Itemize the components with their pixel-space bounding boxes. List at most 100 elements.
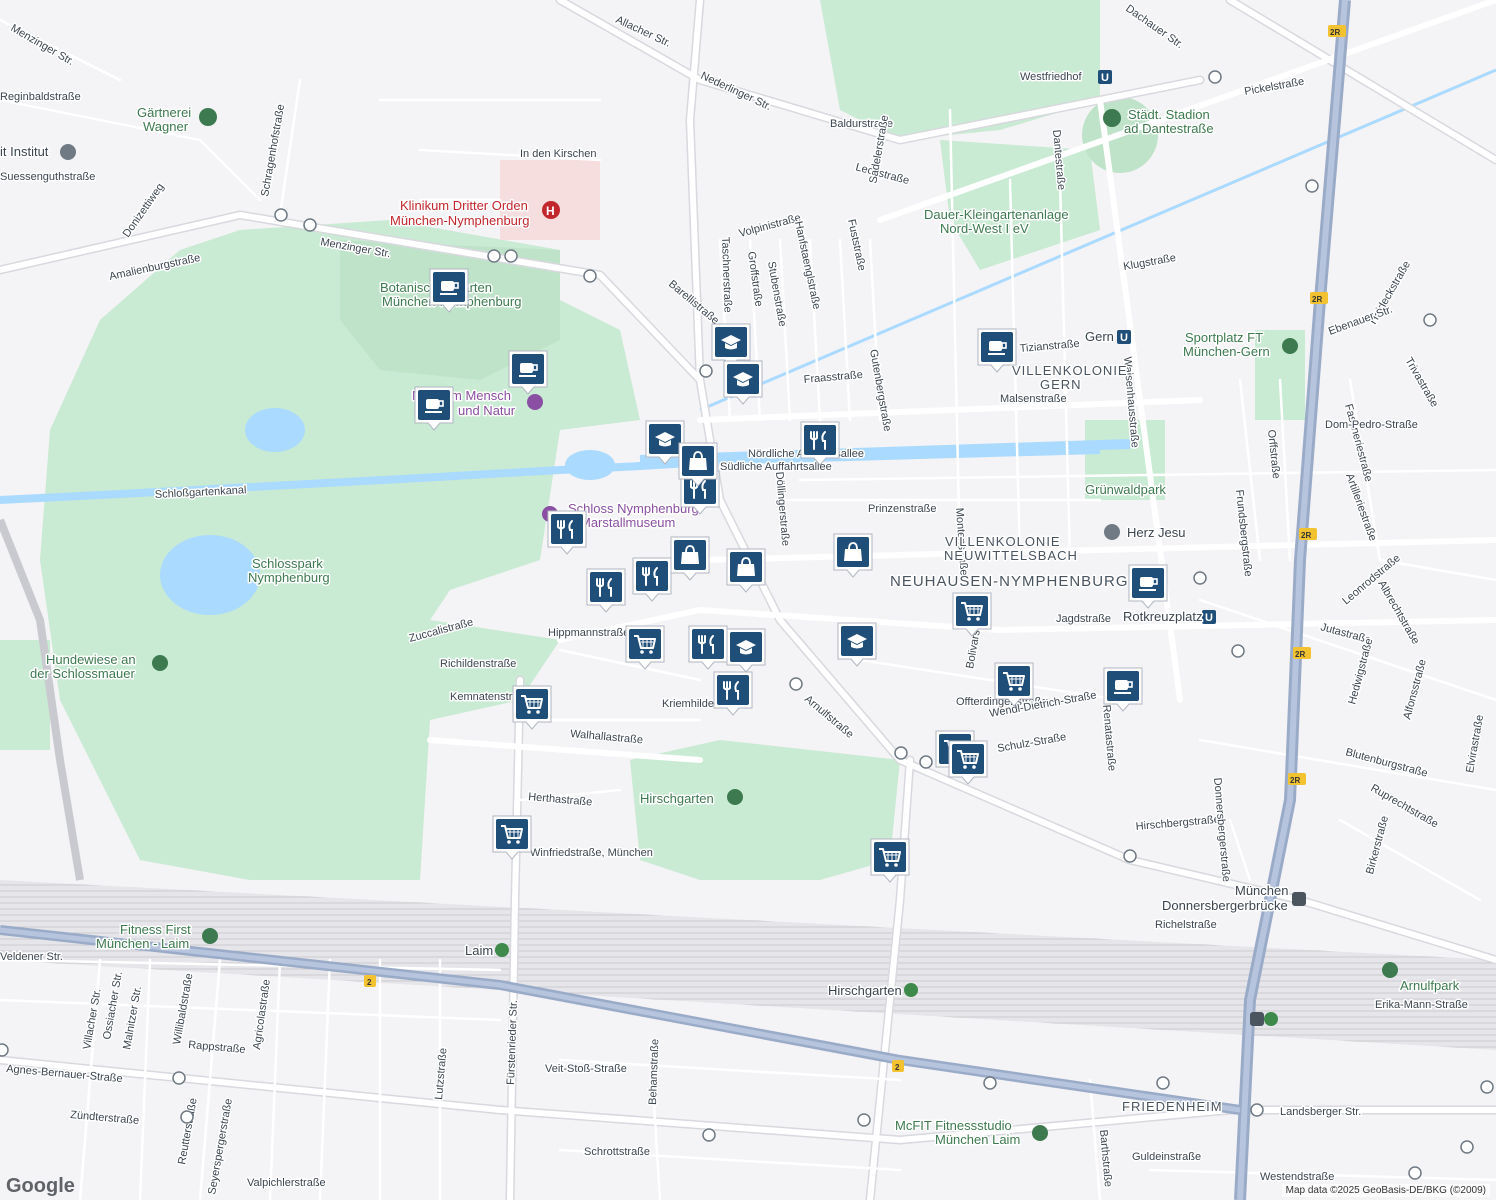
street-label: Seyerspergerstraße (206, 1098, 235, 1196)
street-label: Elvirastraße (1464, 714, 1486, 774)
street-label: Reutterstraße (176, 1097, 199, 1165)
map-marker[interactable] (833, 533, 873, 578)
station-label: Laim (465, 943, 493, 958)
map-marker[interactable] (726, 628, 766, 673)
poi-label: Marstallmuseum (580, 515, 675, 530)
poi-label: München-Nymphenburg (390, 213, 529, 228)
hirschgarten-area (630, 740, 900, 880)
poi-label: Hundewiese an (46, 652, 136, 667)
fitness-icon (202, 928, 218, 944)
street-label: Winfriedstraße, München (530, 847, 653, 859)
station-label: Donnersbergerbrücke (1162, 898, 1288, 913)
school-icon (60, 144, 76, 160)
highway-shield-label: 2 (895, 1063, 900, 1072)
street-label: Westendstraße (1260, 1171, 1334, 1183)
svg-text:U: U (1205, 612, 1213, 624)
street-label: Valpichlerstraße (247, 1177, 326, 1189)
lake-north (245, 408, 305, 452)
street-label: Jagdstraße (1056, 613, 1111, 625)
highway-shield-label: 2R (1295, 650, 1305, 659)
map-marker[interactable] (948, 740, 988, 785)
street-label: Malnitzer Str. (121, 985, 144, 1050)
poi-label: München-Gern (1183, 344, 1270, 359)
flower-icon (199, 108, 217, 126)
church-icon (1104, 524, 1120, 540)
street-label: Prinzenstraße (868, 503, 936, 515)
street-label: Schragenhofstraße (259, 103, 287, 197)
map-marker[interactable] (632, 557, 672, 602)
highway-shield-label: 2R (1290, 776, 1300, 785)
poi-label: Städt. Stadion (1128, 107, 1210, 122)
tree-icon (152, 655, 168, 671)
palace-pond (565, 450, 615, 480)
map-marker[interactable] (688, 625, 728, 670)
street-label: Guldeinstraße (1132, 1151, 1201, 1163)
museum-icon (527, 394, 543, 410)
street-label: Landsberger Str. (1280, 1106, 1361, 1118)
sbahn-icon (495, 943, 509, 957)
station-label: München (1235, 883, 1288, 898)
svg-text:U: U (1101, 72, 1109, 84)
poi-label: it Institut (0, 144, 49, 159)
map-marker[interactable] (977, 328, 1017, 373)
street-label: Richildenstraße (440, 658, 516, 670)
poi-label: München - Laim (96, 936, 189, 951)
street-label: Gutenbergstraße (867, 348, 893, 432)
street-label: Fuststraße (845, 218, 868, 272)
map-marker[interactable] (837, 622, 877, 667)
poi-label: Schloss Nymphenburg (568, 501, 699, 516)
hospital-icon-glyph: H (546, 204, 555, 218)
poi-label: Sportplatz FT (1185, 330, 1263, 345)
street-label: Hedwigstraße (1346, 637, 1375, 706)
street-label: Erika-Mann-Straße (1375, 999, 1468, 1011)
map-marker[interactable] (1128, 564, 1168, 609)
street-label: Barthstraße (1097, 1129, 1114, 1187)
map-marker[interactable] (547, 510, 587, 555)
street-label: Frundsbergstraße (1233, 489, 1254, 577)
station-label: Hirschgarten (828, 983, 902, 998)
street-label: Hirschbergstraße (1135, 814, 1220, 833)
map-marker[interactable] (586, 568, 626, 613)
street-label: Birkerstraße (1364, 815, 1391, 876)
district-label: NEUHAUSEN-NYMPHENBURG (890, 573, 1129, 590)
district-label: VILLENKOLONIE (945, 534, 1061, 549)
street-label: Artilleriestraße (1343, 472, 1379, 543)
map-attribution[interactable]: Map data ©2025 GeoBasis-DE/BKG (©2009) (1281, 1184, 1490, 1197)
street-label: Volpinistraße (738, 212, 803, 240)
station-label: Rotkreuzplatz (1123, 609, 1202, 624)
street-label: Willibaldstraße (171, 972, 195, 1045)
highway-shield-label: 2 (367, 978, 372, 987)
street-label: Renatastraße (1100, 704, 1118, 771)
street-label: In den Kirschen (520, 148, 596, 160)
street-label: Klugstraße (1122, 252, 1176, 273)
street-label: Dom-Pedro-Straße (1325, 419, 1418, 431)
poi-label: ad Dantestraße (1124, 121, 1214, 136)
poi-label: Fitness First (120, 922, 191, 937)
district-label: FRIEDENHEIM (1122, 1099, 1223, 1114)
street-label: Reginbaldstraße (0, 91, 81, 103)
street-label: Veit-Stoß-Straße (545, 1063, 627, 1075)
sbahn-icon (1264, 1012, 1278, 1026)
google-logo: Google (6, 1175, 75, 1197)
poi-label: Nymphenburg (248, 570, 330, 585)
street-label: Groffstraße (745, 251, 765, 308)
map-marker[interactable] (492, 815, 532, 860)
district-label: VILLENKOLONIE (1012, 363, 1128, 378)
poi-label: Herz Jesu (1127, 525, 1186, 540)
district-label: NEUWITTELSBACH (944, 548, 1078, 563)
sbahn-icon (904, 983, 918, 997)
poi-label: München Laim (935, 1132, 1020, 1147)
street-label: Agricolastraße (251, 979, 273, 1051)
train-icon (1250, 1012, 1264, 1026)
highway-shield-label: 2R (1330, 28, 1340, 37)
fitness-icon (1032, 1125, 1048, 1141)
map-marker[interactable] (670, 536, 710, 581)
map-marker[interactable] (625, 625, 665, 670)
street-label: Orffstraße (1265, 429, 1282, 479)
street-label: Walhallastraße (570, 728, 644, 746)
street-label: Alfonsstraße (1401, 658, 1429, 721)
map-canvas[interactable]: Menzinger Str. Allacher Str. Nederlinger… (0, 0, 1496, 1200)
street-label: Taschnerstraße (719, 237, 734, 313)
svg-text:U: U (1120, 332, 1128, 344)
street-label: Zündterstraße (70, 1109, 140, 1127)
